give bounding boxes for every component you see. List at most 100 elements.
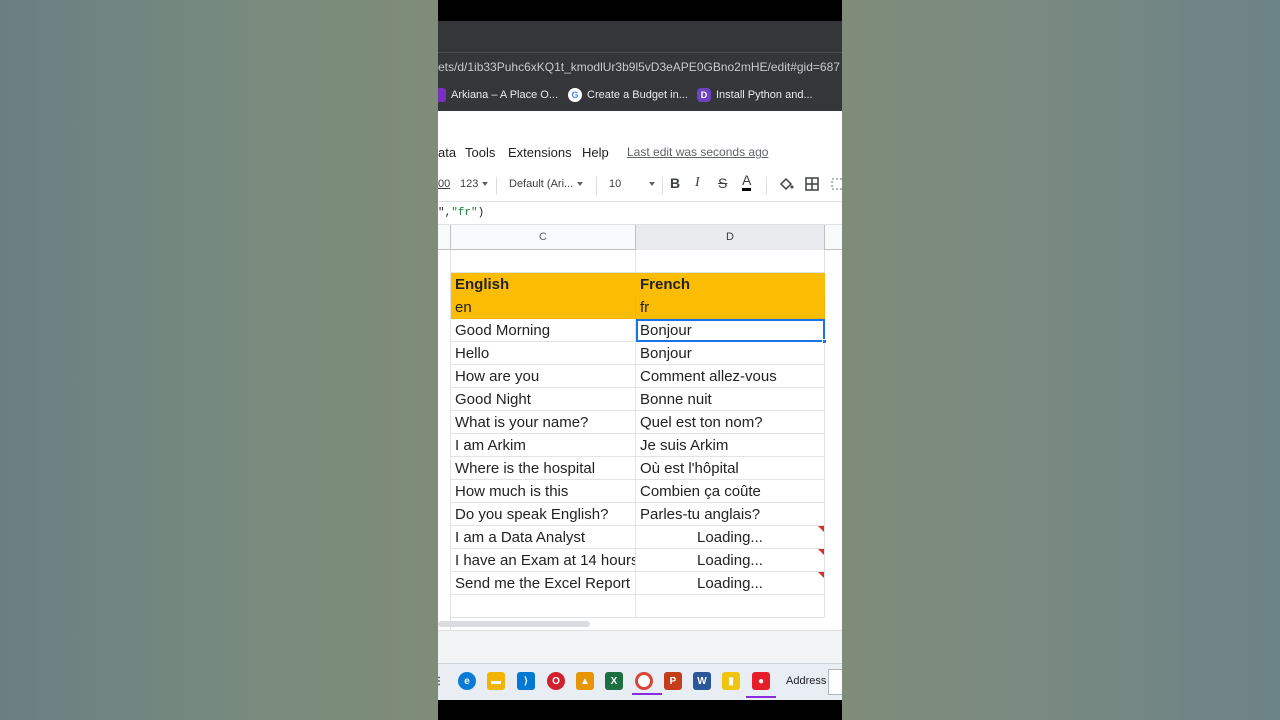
strikethrough-button[interactable]: S [718,175,727,191]
column-header-d[interactable]: D [636,225,825,250]
formula-bar[interactable]: ","fr") [438,201,842,225]
error-flag-icon[interactable] [818,526,824,532]
error-flag-icon[interactable] [818,549,824,555]
address-toolbar-input[interactable] [828,669,842,695]
table-row: I am Arkim Je suis Arkim [438,434,842,457]
cell-french[interactable]: Où est l'hôpital [636,457,825,480]
cell-french-header[interactable]: French [636,273,825,296]
chevron-down-icon [649,182,656,187]
cell-french[interactable]: Parles-tu anglais? [636,503,825,526]
cell-english[interactable]: Hello [451,342,636,365]
column-header-partial[interactable] [438,225,451,250]
fill-color-icon[interactable] [778,176,794,195]
menu-tools[interactable]: Tools [465,145,495,160]
table-row: How much is this Combien ça coûte [438,480,842,503]
font-family-select[interactable]: Default (Ari... [509,178,584,190]
cell-english[interactable]: I am Arkim [451,434,636,457]
menu-data[interactable]: ata [438,145,456,160]
font-size-label: 10 [609,178,622,190]
merge-cells-icon[interactable] [830,176,842,195]
cell-french[interactable]: Loading... [636,526,825,549]
menu-bar: ata Tools Extensions Help Last edit was … [438,145,842,163]
formula-string: "fr" [451,207,478,219]
vlc-icon[interactable]: ▲ [576,672,594,690]
word-icon[interactable]: W [693,672,711,690]
cell-english[interactable]: I am a Data Analyst [451,526,636,549]
fill-handle[interactable] [822,339,827,344]
column-header-e[interactable] [825,225,842,250]
column-headers: C D [438,225,842,250]
cell-grid[interactable]: English French en fr Good Morning Bonjour… [438,250,842,630]
formula-text[interactable]: ","fr") [438,207,484,219]
excel-icon[interactable]: X [605,672,623,690]
menu-help[interactable]: Help [582,145,609,160]
vscode-icon[interactable]: ⟩ [517,672,535,690]
cell-french[interactable]: Comment allez-vous [636,365,825,388]
chrome-icon[interactable] [632,672,662,695]
cell-english[interactable]: Send me the Excel Report [451,572,636,595]
formula-suffix: ) [477,207,485,219]
bookmark-install-python[interactable]: D Install Python and... [697,88,813,102]
cell-french[interactable]: Bonjour [636,342,825,365]
bookmark-create-budget[interactable]: G Create a Budget in... [568,88,688,102]
address-bar[interactable]: ets/d/1ib33Puhc6xKQ1t_kmodlUr3b9l5vD3eAP… [438,52,842,82]
power-bi-icon[interactable]: ▮ [722,672,740,690]
taskbar-overflow-icon[interactable]: ⋮ [438,672,444,690]
font-size-select[interactable]: 10 [609,178,656,190]
number-format-button[interactable]: 123 [460,178,489,190]
menu-extensions[interactable]: Extensions [508,145,572,160]
blurred-background-right [842,0,1280,720]
header-row: English French [438,273,842,296]
cell-english[interactable]: Where is the hospital [451,457,636,480]
last-edit-link[interactable]: Last edit was seconds ago [627,145,768,159]
cell-target-code[interactable]: fr [636,296,825,319]
borders-icon[interactable] [804,176,820,195]
cell-english[interactable]: Do you speak English? [451,503,636,526]
horizontal-scrollbar[interactable] [438,620,842,628]
table-row: Send me the Excel Report Loading... [438,572,842,595]
cell-french-active[interactable]: Bonjour [636,319,825,342]
cell-french[interactable]: Je suis Arkim [636,434,825,457]
cell-french[interactable]: Combien ça coûte [636,480,825,503]
cell-english-header[interactable]: English [451,273,636,296]
cell-french[interactable]: Quel est ton nom? [636,411,825,434]
opera-icon[interactable]: O [547,672,565,690]
bookmarks-bar: Arkiana – A Place O... G Create a Budget… [438,82,842,111]
italic-button[interactable]: I [695,175,700,191]
cell-french[interactable]: Bonne nuit [636,388,825,411]
edge-icon[interactable]: e [458,672,476,690]
powerpoint-icon[interactable]: P [664,672,682,690]
toolbar-divider [766,177,767,195]
cell-english[interactable]: Good Morning [451,319,636,342]
table-row: How are you Comment allez-vous [438,365,842,388]
cell-english[interactable]: Good Night [451,388,636,411]
chevron-down-icon [482,182,489,187]
toolbar-divider [662,177,663,195]
cell[interactable] [636,250,825,273]
column-header-c[interactable]: C [451,225,636,250]
bookmark-label: Install Python and... [716,89,813,101]
cell-french[interactable]: Loading... [636,549,825,572]
cell[interactable] [451,250,636,273]
file-explorer-icon[interactable]: ▬ [487,672,505,690]
error-flag-icon[interactable] [818,572,824,578]
blurred-background-left [0,0,438,720]
cell-french[interactable]: Loading... [636,572,825,595]
url-text[interactable]: ets/d/1ib33Puhc6xKQ1t_kmodlUr3b9l5vD3eAP… [438,60,840,74]
cell-english[interactable]: I have an Exam at 14 hours [451,549,636,572]
screen-recorder-icon[interactable]: ● [746,672,776,698]
cell-english[interactable]: What is your name? [451,411,636,434]
cell[interactable] [636,595,825,618]
toolbar-divider [596,177,597,195]
bold-button[interactable]: B [670,175,680,191]
text-color-button[interactable]: A [742,173,752,191]
arkiana-icon [438,88,446,102]
scrollbar-thumb[interactable] [438,621,590,627]
toolbar: 00 123 Default (Ari... 10 B I S A [438,171,842,201]
cell-source-code[interactable]: en [451,296,636,319]
bookmark-arkiana[interactable]: Arkiana – A Place O... [438,88,558,102]
cell-english[interactable]: How much is this [451,480,636,503]
zoom-fragment[interactable]: 00 [438,178,450,190]
cell[interactable] [451,595,636,618]
cell-english[interactable]: How are you [451,365,636,388]
